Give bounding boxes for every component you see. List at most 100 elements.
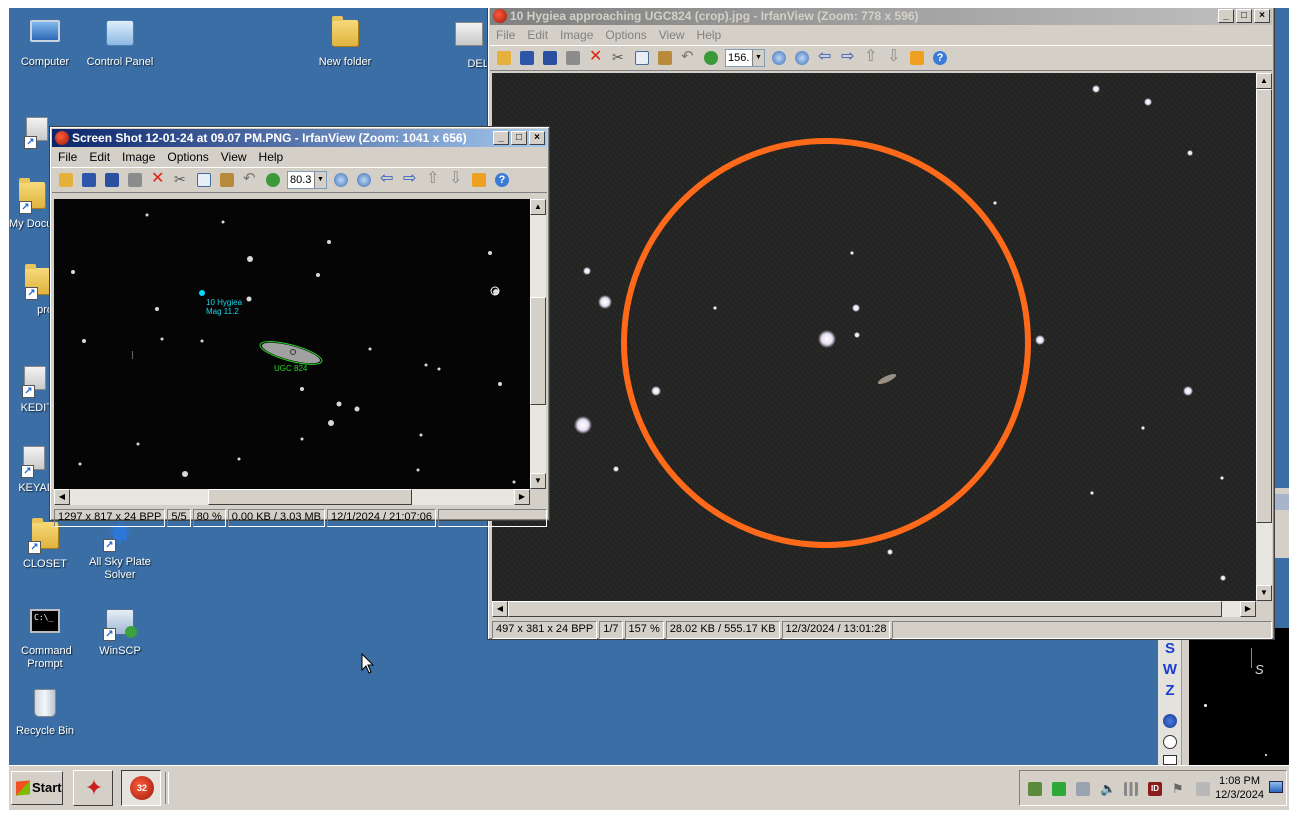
desktop-icon-kedit[interactable]: ↗ KEDIT bbox=[17, 362, 53, 415]
close-button[interactable]: × bbox=[529, 131, 545, 145]
first-button[interactable]: ⇧ bbox=[860, 47, 882, 69]
desktop-icon-closet[interactable]: ↗ CLOSET bbox=[9, 518, 83, 571]
desktop-icon-keyal[interactable]: ↗ KEYAL bbox=[15, 442, 53, 495]
desktop-icon-computer[interactable]: Computer bbox=[9, 18, 83, 69]
menu-help[interactable]: Help bbox=[691, 26, 728, 44]
menu-view[interactable]: View bbox=[653, 26, 691, 44]
vertical-scroll-thumb[interactable] bbox=[530, 297, 546, 405]
paste-button[interactable] bbox=[216, 169, 238, 191]
scroll-right-arrow-icon[interactable]: ▶ bbox=[1240, 601, 1256, 617]
signal-icon[interactable] bbox=[1124, 782, 1138, 796]
info-button[interactable] bbox=[700, 47, 722, 69]
options-button[interactable] bbox=[906, 47, 928, 69]
vertical-scrollbar[interactable]: ▲ ▼ bbox=[530, 199, 546, 489]
undo-button[interactable]: ↶ bbox=[677, 47, 699, 69]
horizontal-scroll-thumb[interactable] bbox=[208, 489, 412, 505]
open-button[interactable] bbox=[55, 169, 77, 191]
image-canvas[interactable]: 10 Hygiea Mag 11.2 UGC 824 bbox=[54, 199, 530, 489]
taskbar-button-irfanview[interactable]: 32 bbox=[121, 770, 161, 806]
search-icon[interactable] bbox=[1163, 755, 1177, 765]
scroll-up-arrow-icon[interactable]: ▲ bbox=[530, 199, 546, 215]
options-button[interactable] bbox=[468, 169, 490, 191]
security-icon[interactable] bbox=[1028, 782, 1042, 796]
clock-icon[interactable] bbox=[1163, 735, 1177, 749]
maximize-button[interactable]: □ bbox=[1236, 9, 1252, 23]
desktop-icon-control-panel[interactable]: Control Panel bbox=[82, 18, 158, 69]
minimize-button[interactable]: _ bbox=[493, 131, 509, 145]
menu-help[interactable]: Help bbox=[253, 148, 290, 166]
image-canvas[interactable] bbox=[492, 73, 1256, 601]
desktop-icon-command-prompt[interactable]: C:\_ Command Prompt bbox=[9, 606, 83, 671]
title-bar[interactable]: 10 Hygiea approaching UGC824 (crop).jpg … bbox=[490, 8, 1272, 25]
horizontal-scrollbar[interactable]: ◀ ▶ bbox=[492, 601, 1256, 617]
open-button[interactable] bbox=[493, 47, 515, 69]
irfanview-window-main[interactable]: 10 Hygiea approaching UGC824 (crop).jpg … bbox=[487, 8, 1275, 640]
horizontal-scroll-thumb[interactable] bbox=[508, 601, 1222, 617]
sync-icon[interactable] bbox=[1052, 782, 1066, 796]
next-button[interactable]: ⇨ bbox=[837, 47, 859, 69]
menu-options[interactable]: Options bbox=[161, 148, 214, 166]
minimize-button[interactable]: _ bbox=[1218, 9, 1234, 23]
menu-edit[interactable]: Edit bbox=[83, 148, 116, 166]
scroll-right-arrow-icon[interactable]: ▶ bbox=[514, 489, 530, 505]
save-button[interactable] bbox=[101, 169, 123, 191]
desktop-icon-new-folder[interactable]: New folder bbox=[307, 16, 383, 69]
scroll-down-arrow-icon[interactable]: ▼ bbox=[1256, 585, 1272, 601]
zoom-in-button[interactable] bbox=[768, 47, 790, 69]
vertical-scrollbar[interactable]: ▲ ▼ bbox=[1256, 73, 1272, 601]
flag-icon[interactable]: ⚑ bbox=[1172, 782, 1186, 796]
start-button[interactable]: Start bbox=[11, 771, 63, 805]
menu-image[interactable]: Image bbox=[116, 148, 161, 166]
menu-file[interactable]: File bbox=[52, 148, 83, 166]
star-chart-sky[interactable]: S bbox=[1189, 628, 1289, 765]
network-drive-icon[interactable] bbox=[1076, 782, 1090, 796]
irfanview-window-screenshot[interactable]: Screen Shot 12-01-24 at 09.07 PM.PNG - I… bbox=[49, 126, 550, 527]
scroll-left-arrow-icon[interactable]: ◀ bbox=[492, 601, 508, 617]
slideshow-button[interactable] bbox=[78, 169, 100, 191]
print-button[interactable] bbox=[124, 169, 146, 191]
previous-button[interactable]: ⇦ bbox=[814, 47, 836, 69]
last-button[interactable]: ⇩ bbox=[445, 169, 467, 191]
paste-button[interactable] bbox=[654, 47, 676, 69]
previous-button[interactable]: ⇦ bbox=[376, 169, 398, 191]
close-button[interactable]: × bbox=[1254, 9, 1270, 23]
horizontal-scrollbar[interactable]: ◀ ▶ bbox=[54, 489, 530, 505]
usb-device-icon[interactable] bbox=[1196, 782, 1210, 796]
help-button[interactable]: ? bbox=[491, 169, 513, 191]
direction-west-button[interactable]: W bbox=[1158, 659, 1182, 680]
direction-south-button[interactable]: S bbox=[1158, 638, 1182, 659]
scroll-left-arrow-icon[interactable]: ◀ bbox=[54, 489, 70, 505]
menu-view[interactable]: View bbox=[215, 148, 253, 166]
next-button[interactable]: ⇨ bbox=[399, 169, 421, 191]
desktop-icon-recycle-bin[interactable]: Recycle Bin bbox=[9, 688, 83, 738]
volume-icon[interactable]: 🔈 bbox=[1100, 782, 1116, 796]
slideshow-button[interactable] bbox=[516, 47, 538, 69]
undo-button[interactable]: ↶ bbox=[239, 169, 261, 191]
zenith-button[interactable]: Z bbox=[1158, 680, 1182, 701]
zoom-in-button[interactable] bbox=[330, 169, 352, 191]
help-button[interactable]: ? bbox=[929, 47, 951, 69]
title-bar[interactable]: Screen Shot 12-01-24 at 09.07 PM.PNG - I… bbox=[52, 129, 547, 147]
delete-button[interactable]: ✕ bbox=[585, 47, 607, 69]
vertical-scroll-thumb[interactable] bbox=[1256, 89, 1272, 523]
zoom-select[interactable]: 156. ▼ bbox=[725, 49, 765, 67]
menu-image[interactable]: Image bbox=[554, 26, 599, 44]
desktop-icon-winscp[interactable]: ↗ WinSCP bbox=[82, 606, 158, 658]
maximize-button[interactable]: □ bbox=[511, 131, 527, 145]
first-button[interactable]: ⇧ bbox=[422, 169, 444, 191]
id-icon[interactable]: ID bbox=[1148, 782, 1162, 796]
print-button[interactable] bbox=[562, 47, 584, 69]
last-button[interactable]: ⇩ bbox=[883, 47, 905, 69]
globe-icon[interactable] bbox=[1163, 714, 1177, 728]
clock[interactable]: 1:08 PM 12/3/2024 bbox=[1215, 774, 1264, 802]
taskbar-button-plate-solver[interactable]: ✦ bbox=[73, 770, 113, 806]
info-button[interactable] bbox=[262, 169, 284, 191]
zoom-select[interactable]: 80.3 ▼ bbox=[287, 171, 327, 189]
menu-options[interactable]: Options bbox=[599, 26, 652, 44]
delete-button[interactable]: ✕ bbox=[147, 169, 169, 191]
menu-file[interactable]: File bbox=[490, 26, 521, 44]
cut-button[interactable]: ✂ bbox=[608, 47, 630, 69]
scroll-down-arrow-icon[interactable]: ▼ bbox=[530, 473, 546, 489]
save-button[interactable] bbox=[539, 47, 561, 69]
menu-edit[interactable]: Edit bbox=[521, 26, 554, 44]
